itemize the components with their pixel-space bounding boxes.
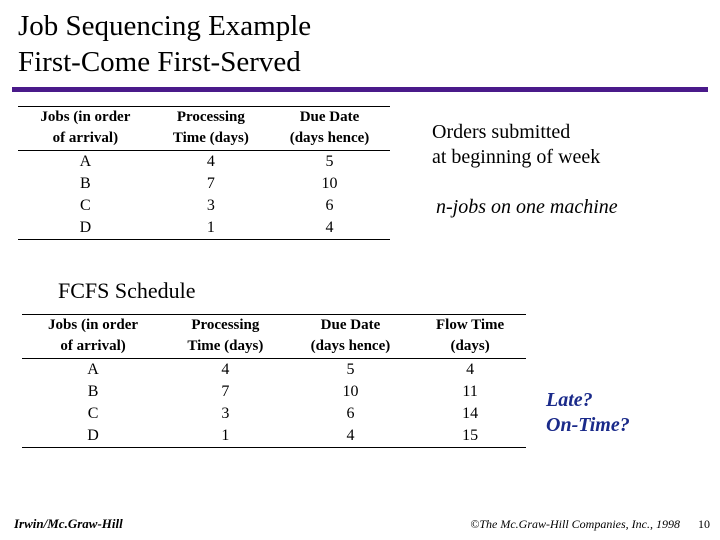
cell: 4 <box>287 425 415 448</box>
cell: 4 <box>269 217 390 240</box>
cell: D <box>18 217 153 240</box>
t1-h2a: Due Date <box>269 107 390 129</box>
cell: 4 <box>164 358 287 381</box>
footer-left: Irwin/Mc.Graw-Hill <box>14 516 123 532</box>
late-line2: On-Time? <box>546 413 630 438</box>
cell: 10 <box>287 381 415 403</box>
cell: B <box>18 173 153 195</box>
cell: 3 <box>153 195 269 217</box>
njobs-caption: n-jobs on one machine <box>436 196 618 219</box>
cell: A <box>18 150 153 173</box>
jobs-table-1: Jobs (in order Processing Due Date of ar… <box>18 106 390 240</box>
table-row: B710 <box>18 173 390 195</box>
t1-h2b: (days hence) <box>269 128 390 150</box>
cell: 4 <box>414 358 526 381</box>
t2-h1a: Processing <box>164 315 287 337</box>
late-line1: Late? <box>546 388 630 413</box>
table-row: A454 <box>22 358 526 381</box>
t2-h0a: Jobs (in order <box>22 315 164 337</box>
footer-right: ©The Mc.Graw-Hill Companies, Inc., 1998 <box>470 517 680 532</box>
cell: 7 <box>164 381 287 403</box>
cell: 10 <box>269 173 390 195</box>
t2-h2b: (days hence) <box>287 336 415 358</box>
orders-caption-l1: Orders submitted <box>432 120 600 145</box>
title-line-1: Job Sequencing Example <box>18 8 702 44</box>
fcfs-subheading: FCFS Schedule <box>58 278 196 304</box>
cell: 6 <box>287 403 415 425</box>
cell: 5 <box>287 358 415 381</box>
t2-h2a: Due Date <box>287 315 415 337</box>
t2-h3b: (days) <box>414 336 526 358</box>
orders-caption-l2: at beginning of week <box>432 145 600 170</box>
slide-title: Job Sequencing Example First-Come First-… <box>0 0 720 85</box>
t1-h0b: of arrival) <box>18 128 153 150</box>
cell: 1 <box>164 425 287 448</box>
title-underline <box>12 87 708 92</box>
t2-h3a: Flow Time <box>414 315 526 337</box>
jobs-table-2: Jobs (in order Processing Due Date Flow … <box>22 314 526 448</box>
table-row: C36 <box>18 195 390 217</box>
late-ontime-caption: Late? On-Time? <box>546 388 630 438</box>
table-row: B71011 <box>22 381 526 403</box>
cell: B <box>22 381 164 403</box>
cell: 7 <box>153 173 269 195</box>
title-line-2: First-Come First-Served <box>18 44 702 80</box>
t1-h0a: Jobs (in order <box>18 107 153 129</box>
cell: C <box>18 195 153 217</box>
cell: D <box>22 425 164 448</box>
t1-h1b: Time (days) <box>153 128 269 150</box>
cell: 14 <box>414 403 526 425</box>
cell: 15 <box>414 425 526 448</box>
page-number: 10 <box>698 517 710 532</box>
t2-h1b: Time (days) <box>164 336 287 358</box>
cell: 3 <box>164 403 287 425</box>
table-row: D14 <box>18 217 390 240</box>
table-row: C3614 <box>22 403 526 425</box>
cell: 11 <box>414 381 526 403</box>
orders-caption: Orders submitted at beginning of week <box>432 120 600 170</box>
cell: 6 <box>269 195 390 217</box>
t2-h0b: of arrival) <box>22 336 164 358</box>
cell: C <box>22 403 164 425</box>
table-row: D1415 <box>22 425 526 448</box>
t1-h1a: Processing <box>153 107 269 129</box>
cell: 5 <box>269 150 390 173</box>
cell: 1 <box>153 217 269 240</box>
table-row: A45 <box>18 150 390 173</box>
cell: 4 <box>153 150 269 173</box>
cell: A <box>22 358 164 381</box>
